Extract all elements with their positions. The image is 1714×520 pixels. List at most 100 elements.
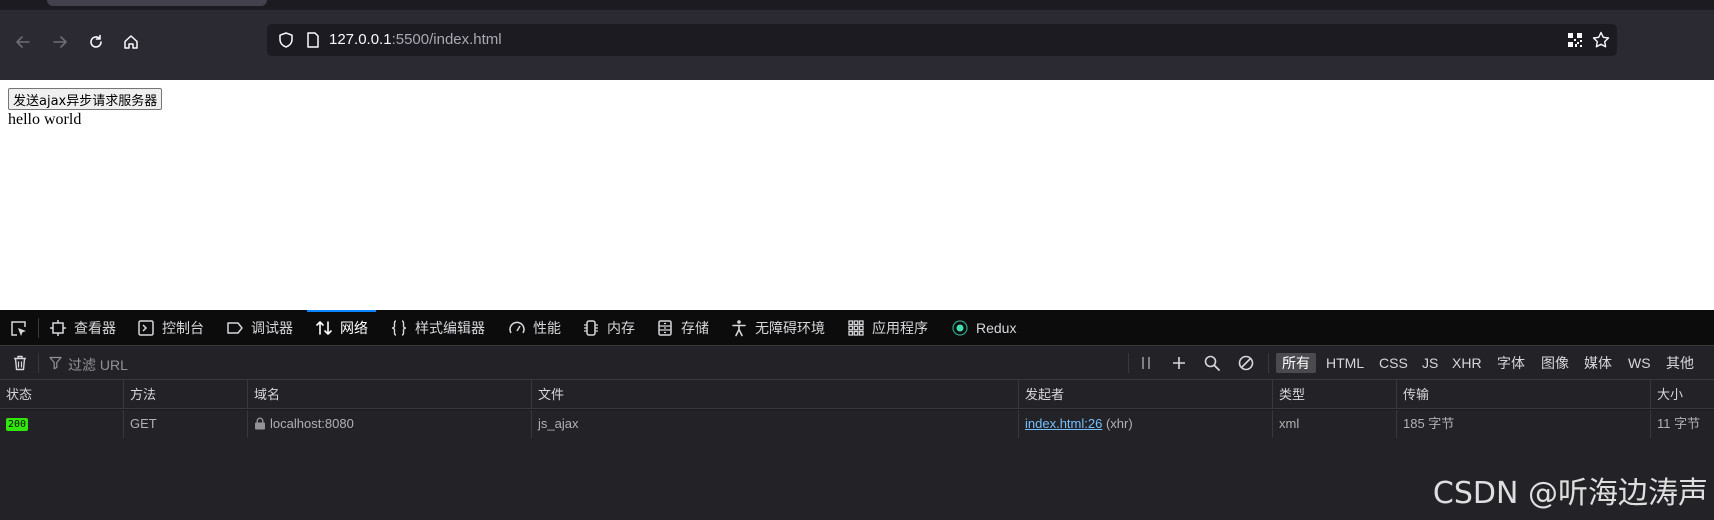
tab-label: 样式编辑器 (415, 320, 485, 336)
arrow-left-icon (16, 36, 30, 48)
reload-button[interactable] (84, 30, 108, 54)
application-icon (848, 320, 864, 336)
cell-transferred: 185 字节 (1397, 410, 1651, 438)
tab-strip (0, 0, 1714, 10)
cell-status: 200 (0, 410, 124, 438)
tab-console[interactable]: 控制台 (137, 310, 204, 346)
tab-label: 内存 (607, 320, 635, 336)
network-toolbar: 过滤 URL 所有 HTML CSS JS XHR 字体 图像 媒体 WS 其他 (0, 346, 1714, 380)
initiator-type: (xhr) (1105, 416, 1133, 431)
watermark: CSDN @听海边涛声 (1432, 476, 1708, 511)
page-icon[interactable] (304, 31, 322, 49)
column-initiator[interactable]: 发起者 (1019, 380, 1273, 409)
filter-icon (49, 356, 62, 370)
home-icon (124, 35, 138, 49)
type-filter-all[interactable]: 所有 (1276, 353, 1316, 373)
cell-domain: localhost:8080 (248, 410, 532, 438)
pause-icon[interactable] (1137, 354, 1155, 372)
cell-type: xml (1273, 410, 1397, 438)
cell-size: 11 字节 (1657, 416, 1701, 431)
filter-url-input[interactable]: 过滤 URL (68, 355, 128, 375)
lock-icon (255, 417, 265, 430)
qr-code-icon[interactable] (1567, 32, 1583, 48)
tab-label: 调试器 (251, 320, 293, 336)
network-icon (316, 321, 332, 335)
console-icon (138, 320, 154, 336)
response-output: hello world (8, 111, 82, 128)
type-filter-xhr[interactable]: XHR (1446, 353, 1488, 373)
devtools-tab-bar: 查看器 控制台 调试器 网络 样式编辑器 性能 内存 存储 无障碍环境 应用程序… (0, 310, 1714, 346)
initiator-link[interactable]: index.html:26 (1025, 416, 1102, 431)
element-picker-icon[interactable] (9, 319, 29, 339)
column-size[interactable]: 大小 (1651, 380, 1714, 409)
search-icon[interactable] (1203, 354, 1221, 372)
block-icon[interactable] (1237, 354, 1255, 372)
type-filter-media[interactable]: 媒体 (1578, 353, 1618, 373)
accessibility-icon (732, 320, 746, 337)
column-status[interactable]: 状态 (0, 380, 124, 409)
divider (1128, 353, 1129, 373)
tab-network[interactable]: 网络 (307, 310, 376, 346)
reload-icon (90, 34, 102, 48)
tab-label: 无障碍环境 (755, 320, 825, 336)
back-button[interactable] (11, 30, 35, 54)
column-type[interactable]: 类型 (1273, 380, 1397, 409)
tab-label: 控制台 (162, 320, 204, 336)
type-filter-ws[interactable]: WS (1622, 353, 1657, 373)
column-domain[interactable]: 域名 (248, 380, 532, 409)
plus-icon[interactable] (1170, 354, 1188, 372)
divider (1268, 353, 1269, 373)
debugger-icon (227, 322, 243, 334)
type-filter-css[interactable]: CSS (1373, 353, 1414, 373)
memory-icon (584, 320, 598, 336)
domain-text: localhost:8080 (270, 416, 354, 431)
redux-icon (952, 320, 968, 336)
type-filter-other[interactable]: 其他 (1660, 353, 1700, 373)
tab-memory[interactable]: 内存 (582, 310, 635, 346)
trash-icon[interactable] (11, 354, 29, 372)
tab-performance[interactable]: 性能 (508, 310, 561, 346)
divider (38, 353, 39, 373)
tab-redux[interactable]: Redux (951, 310, 1016, 346)
tab-accessibility[interactable]: 无障碍环境 (730, 310, 825, 346)
url-path: :5500/index.html (391, 31, 502, 48)
divider (38, 318, 39, 338)
tab-application[interactable]: 应用程序 (847, 310, 928, 346)
tab-storage[interactable]: 存储 (656, 310, 709, 346)
column-method[interactable]: 方法 (124, 380, 248, 409)
page-viewport: 发送ajax异步请求服务器 hello world (0, 80, 1714, 310)
tab-style-editor[interactable]: 样式编辑器 (390, 310, 485, 346)
cell-method: GET (124, 410, 248, 438)
tab-debugger[interactable]: 调试器 (226, 310, 293, 346)
type-filter-js[interactable]: JS (1416, 353, 1444, 373)
url-bar[interactable]: 127.0.0.1:5500/index.html (267, 24, 1617, 56)
tab-label: 应用程序 (872, 320, 928, 336)
tab-label: 查看器 (74, 320, 116, 336)
performance-icon (509, 321, 525, 334)
send-ajax-button[interactable]: 发送ajax异步请求服务器 (8, 88, 163, 110)
tab-inspector[interactable]: 查看器 (49, 310, 116, 346)
storage-icon (658, 320, 672, 336)
star-icon[interactable] (1591, 30, 1611, 50)
arrow-right-icon (53, 36, 67, 48)
cell-file: js_ajax (532, 410, 1019, 438)
table-row[interactable]: 200 GET localhost:8080 js_ajax index.htm… (0, 410, 1714, 438)
shield-icon[interactable] (277, 31, 295, 49)
tab-label: 网络 (340, 320, 368, 336)
cell-initiator: index.html:26 (xhr) (1019, 410, 1273, 438)
url-text[interactable]: 127.0.0.1:5500/index.html (329, 31, 502, 48)
type-filter-image[interactable]: 图像 (1535, 353, 1575, 373)
screen: { "browser": { "url_host": "127.0.0.1", … (0, 0, 1714, 520)
status-badge: 200 (6, 418, 29, 432)
browser-tab[interactable] (47, 0, 267, 6)
tab-label: 存储 (681, 320, 709, 336)
request-table-header: 状态 方法 域名 文件 发起者 类型 传输 大小 (0, 380, 1714, 409)
type-filter-html[interactable]: HTML (1320, 353, 1370, 373)
style-editor-icon (391, 320, 407, 336)
column-transferred[interactable]: 传输 (1397, 380, 1651, 409)
forward-button[interactable] (48, 30, 72, 54)
type-filter-font[interactable]: 字体 (1491, 353, 1531, 373)
column-file[interactable]: 文件 (532, 380, 1019, 409)
inspector-icon (50, 320, 66, 336)
home-button[interactable] (119, 30, 143, 54)
